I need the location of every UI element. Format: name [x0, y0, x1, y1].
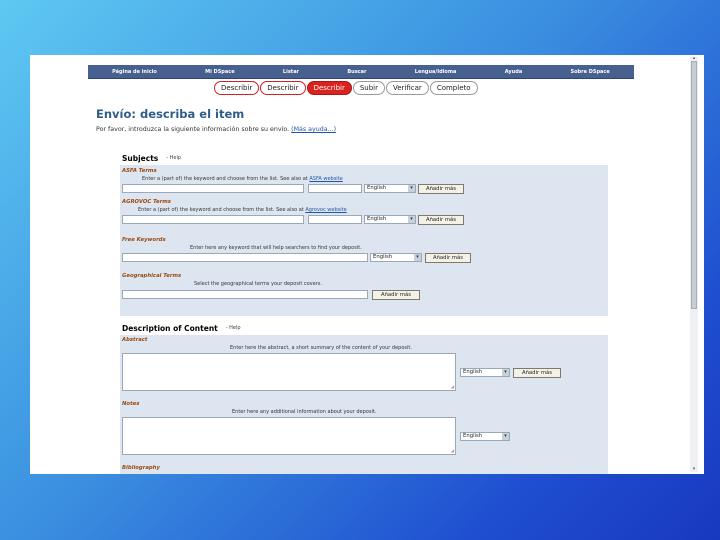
bibliography-label: Bibliography: [122, 465, 160, 471]
slide-content-area: Página de inicio Mi DSpace Listar Buscar…: [30, 55, 704, 474]
more-help-link[interactable]: (Más ayuda...): [291, 126, 336, 133]
nav-browse[interactable]: Listar: [283, 69, 299, 75]
asfa-hint: Enter a (part of) the keyword and choose…: [142, 176, 343, 182]
notes-label: Notes: [122, 401, 140, 407]
asfa-term-input[interactable]: [122, 184, 304, 193]
asfa-website-link[interactable]: ASFA website: [309, 176, 342, 182]
subjects-panel: Subjects - Help ASFA Terms Enter a (part…: [120, 151, 608, 316]
chevron-down-icon: ▾: [408, 216, 415, 223]
abstract-label: Abstract: [122, 337, 148, 343]
nav-about[interactable]: Sobre DSpace: [571, 69, 610, 75]
notes-hint: Enter here any additional information ab…: [232, 409, 377, 415]
agrovoc-language-value: English: [367, 216, 387, 222]
description-title: Description of Content: [122, 323, 218, 333]
nav-home[interactable]: Página de inicio: [112, 69, 157, 75]
geographical-term-input[interactable]: [122, 290, 368, 299]
asfa-language-select[interactable]: English ▾: [364, 184, 416, 193]
agrovoc-language-select[interactable]: English ▾: [364, 215, 416, 224]
subjects-title: Subjects: [122, 153, 159, 163]
step-describe-2[interactable]: Describir: [260, 81, 306, 95]
nav-language[interactable]: Lengua/Idioma: [415, 69, 457, 75]
subjects-help-link[interactable]: - Help: [166, 155, 181, 161]
page-title: Envío: describa el item: [96, 107, 245, 121]
step-upload[interactable]: Subir: [352, 81, 385, 95]
notes-language-select[interactable]: English ▾: [460, 432, 510, 441]
chevron-down-icon: ▾: [502, 369, 509, 376]
top-nav-bar: Página de inicio Mi DSpace Listar Buscar…: [88, 65, 634, 79]
description-help-link[interactable]: - Help: [226, 325, 241, 331]
abstract-language-value: English: [463, 369, 483, 375]
submission-progress-steps: Describir Describir Describir Subir Veri…: [214, 81, 478, 95]
nav-help[interactable]: Ayuda: [505, 69, 522, 75]
free-keyword-language-select[interactable]: English ▾: [370, 253, 422, 262]
resize-grip-icon[interactable]: ◢: [451, 385, 454, 389]
geographical-terms-hint: Select the geographical terms your depos…: [194, 281, 322, 287]
scroll-down-icon[interactable]: ▾: [690, 466, 698, 472]
description-heading: Description of Content - Help: [120, 321, 608, 335]
free-keyword-add-more-button[interactable]: Añadir más: [425, 253, 471, 263]
geographical-add-more-button[interactable]: Añadir más: [372, 290, 420, 300]
free-keywords-label: Free Keywords: [122, 237, 166, 243]
geographical-terms-label: Geographical Terms: [122, 273, 182, 279]
agrovoc-term-input-2[interactable]: [308, 215, 362, 224]
chevron-down-icon: ▾: [502, 433, 509, 440]
free-keyword-input[interactable]: [122, 253, 368, 262]
subjects-heading: Subjects - Help: [120, 151, 608, 165]
agrovoc-add-more-button[interactable]: Añadir más: [418, 215, 464, 225]
abstract-language-select[interactable]: English ▾: [460, 368, 510, 377]
notes-language-value: English: [463, 433, 483, 439]
agrovoc-website-link[interactable]: Agrovoc website: [305, 207, 346, 213]
browser-page: Página de inicio Mi DSpace Listar Buscar…: [88, 65, 634, 474]
asfa-term-input-2[interactable]: [308, 184, 362, 193]
description-panel: Description of Content - Help Abstract E…: [120, 321, 608, 474]
step-describe-1[interactable]: Describir: [214, 81, 260, 95]
step-verify[interactable]: Verificar: [386, 81, 429, 95]
page-scrollbar[interactable]: ▴ ▾: [690, 55, 698, 472]
chevron-down-icon: ▾: [414, 254, 421, 261]
asfa-add-more-button[interactable]: Añadir más: [418, 184, 464, 194]
free-keyword-language-value: English: [373, 254, 393, 260]
intro-text: Por favor, introduzca la siguiente infor…: [96, 126, 336, 133]
nav-my-dspace[interactable]: Mi DSpace: [205, 69, 235, 75]
asfa-hint-text: Enter a (part of) the keyword and choose…: [142, 176, 308, 182]
abstract-hint: Enter here the abstract, a short summary…: [230, 345, 412, 351]
agrovoc-term-input[interactable]: [122, 215, 304, 224]
scrollbar-thumb[interactable]: [691, 61, 697, 309]
resize-grip-icon[interactable]: ◢: [451, 449, 454, 453]
notes-textarea[interactable]: ◢: [122, 417, 456, 455]
nav-search[interactable]: Buscar: [347, 69, 366, 75]
abstract-add-more-button[interactable]: Añadir más: [513, 368, 561, 378]
step-describe-3[interactable]: Describir: [306, 81, 352, 95]
free-keywords-hint: Enter here any keyword that will help se…: [190, 245, 362, 251]
agrovoc-hint: Enter a (part of) the keyword and choose…: [138, 207, 347, 213]
asfa-label: ASFA Terms: [122, 168, 157, 174]
intro-message: Por favor, introduzca la siguiente infor…: [96, 126, 290, 133]
chevron-down-icon: ▾: [408, 185, 415, 192]
agrovoc-hint-text: Enter a (part of) the keyword and choose…: [138, 207, 304, 213]
step-complete[interactable]: Completo: [429, 81, 478, 95]
abstract-textarea[interactable]: ◢: [122, 353, 456, 391]
asfa-language-value: English: [367, 185, 387, 191]
agrovoc-label: AGROVOC Terms: [122, 199, 171, 205]
